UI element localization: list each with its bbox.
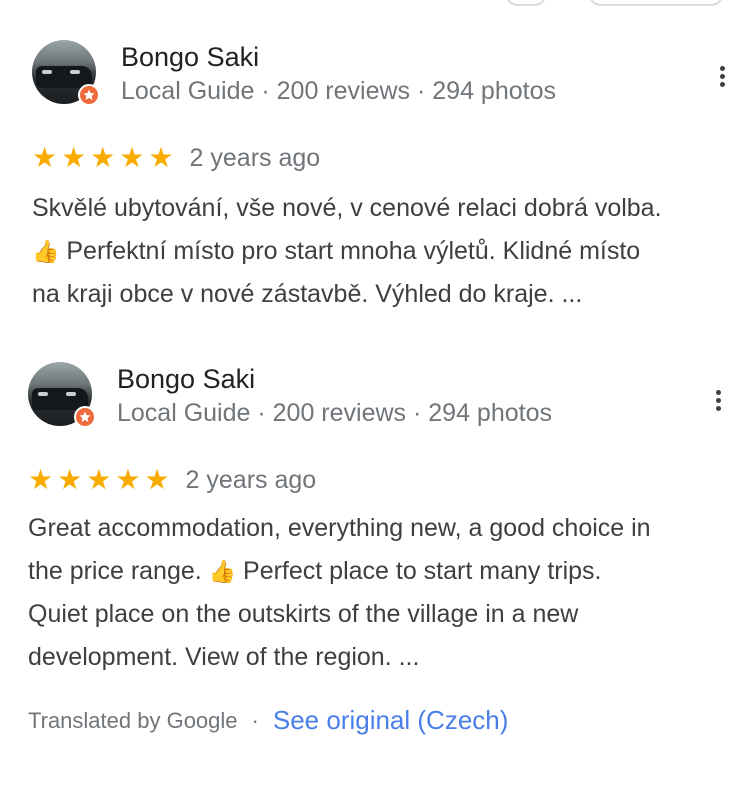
review-time: 2 years ago xyxy=(185,465,317,494)
review-text-line: 👍 Perfektní místo pro start mnoha výletů… xyxy=(32,230,732,273)
avatar[interactable] xyxy=(28,362,96,428)
translation-row: Translated by Google · See original (Cze… xyxy=(28,705,508,736)
local-guide-badge-icon xyxy=(74,406,96,428)
star-rating: ★ ★ ★ ★ ★ xyxy=(28,464,170,496)
review-text-line: Great accommodation, everything new, a g… xyxy=(28,514,651,542)
star-icon: ★ xyxy=(144,464,170,495)
star-icon: ★ xyxy=(61,142,87,173)
star-icon: ★ xyxy=(32,142,58,173)
review-text-line: Quiet place on the outskirts of the vill… xyxy=(28,600,579,628)
author-meta: Local Guide · 200 reviews · 294 photos xyxy=(121,77,556,105)
review-text-segment: Perfect place to start many trips. xyxy=(243,557,602,585)
translated-by-label: Translated by Google xyxy=(28,707,238,733)
star-icon: ★ xyxy=(119,142,145,173)
rating-row: ★ ★ ★ ★ ★ 2 years ago xyxy=(32,142,320,174)
review-text-segment: Perfektní místo pro start mnoha výletů. … xyxy=(66,237,641,265)
star-rating: ★ ★ ★ ★ ★ xyxy=(32,142,174,174)
star-icon: ★ xyxy=(90,142,116,173)
sort-button[interactable] xyxy=(588,0,724,6)
star-icon: ★ xyxy=(115,464,141,495)
review-text-line: the price range. 👍 Perfect place to star… xyxy=(28,550,728,593)
review-text[interactable]: Skvělé ubytování, vše nové, v cenové rel… xyxy=(32,187,732,316)
thumbs-up-icon: 👍 xyxy=(32,239,60,264)
review-text-segment: the price range. xyxy=(28,557,202,585)
review-text-line: Skvělé ubytování, vše nové, v cenové rel… xyxy=(32,194,662,222)
see-original-link[interactable]: See original (Czech) xyxy=(273,705,509,736)
review-text-line: na kraji obce v nové zástavbě. Výhled do… xyxy=(32,280,583,308)
review-text[interactable]: Great accommodation, everything new, a g… xyxy=(28,507,728,679)
author-name[interactable]: Bongo Saki xyxy=(121,42,259,73)
review-time: 2 years ago xyxy=(189,143,321,172)
reviews-panel: Bongo Saki Local Guide · 200 reviews · 2… xyxy=(0,0,748,786)
star-icon: ★ xyxy=(28,464,54,495)
author-name[interactable]: Bongo Saki xyxy=(117,364,255,395)
star-icon: ★ xyxy=(86,464,112,495)
more-options-icon[interactable] xyxy=(710,56,734,96)
avatar[interactable] xyxy=(32,40,100,106)
filter-chip[interactable] xyxy=(505,0,547,6)
author-meta: Local Guide · 200 reviews · 294 photos xyxy=(117,399,552,427)
review-text-line: development. View of the region. ... xyxy=(28,643,420,671)
separator-dot: · xyxy=(251,707,259,733)
star-icon: ★ xyxy=(148,142,174,173)
local-guide-badge-icon xyxy=(78,84,100,106)
more-options-icon[interactable] xyxy=(706,380,730,420)
rating-row: ★ ★ ★ ★ ★ 2 years ago xyxy=(28,464,316,496)
star-icon: ★ xyxy=(57,464,83,495)
thumbs-up-icon: 👍 xyxy=(208,559,237,584)
